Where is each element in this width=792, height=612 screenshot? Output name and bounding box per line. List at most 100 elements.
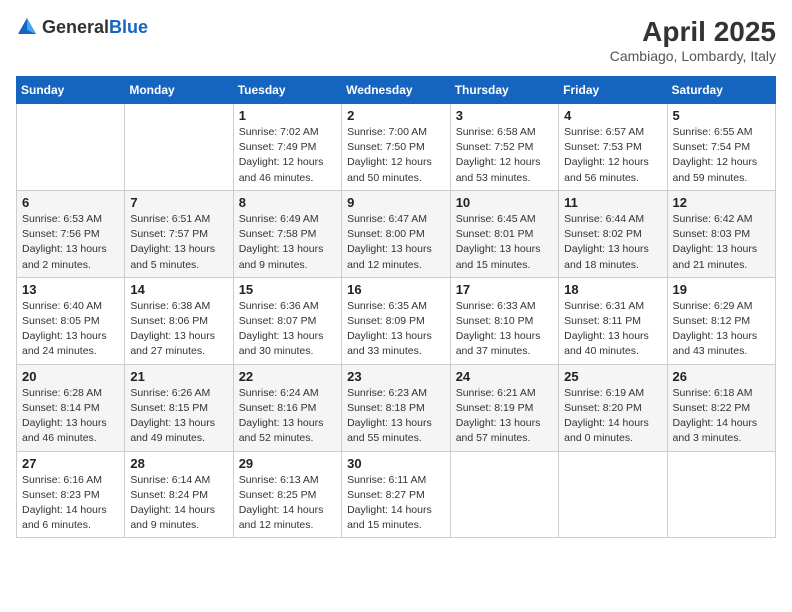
day-info: Sunrise: 6:14 AM Sunset: 8:24 PM Dayligh… [130, 473, 227, 534]
logo: GeneralBlue [16, 16, 148, 38]
day-number: 15 [239, 282, 336, 297]
subtitle: Cambiago, Lombardy, Italy [610, 48, 776, 64]
day-number: 16 [347, 282, 445, 297]
header-friday: Friday [559, 77, 667, 104]
calendar-cell: 17Sunrise: 6:33 AM Sunset: 8:10 PM Dayli… [450, 277, 558, 364]
calendar-cell: 18Sunrise: 6:31 AM Sunset: 8:11 PM Dayli… [559, 277, 667, 364]
day-number: 29 [239, 456, 336, 471]
calendar-cell: 6 Sunrise: 6:53 AM Sunset: 7:56 PM Daylig… [17, 190, 125, 277]
day-number: 9 [347, 195, 445, 210]
day-info: Sunrise: 6:36 AM Sunset: 8:07 PM Dayligh… [239, 299, 336, 360]
page-header: GeneralBlue April 2025 Cambiago, Lombard… [16, 16, 776, 64]
calendar-cell: 20 Sunrise: 6:28 AM Sunset: 8:14 PM Dayli… [17, 364, 125, 451]
day-info: Sunrise: 6:23 AM Sunset: 8:18 PM Dayligh… [347, 386, 445, 447]
header-wednesday: Wednesday [342, 77, 451, 104]
calendar-cell: 10 Sunrise: 6:45 AM Sunset: 8:01 PM Dayli… [450, 190, 558, 277]
day-number: 23 [347, 369, 445, 384]
calendar-cell: 24 Sunrise: 6:21 AM Sunset: 8:19 PM Dayli… [450, 364, 558, 451]
calendar-cell: 5 Sunrise: 6:55 AM Sunset: 7:54 PM Daylig… [667, 104, 775, 191]
calendar-header: Sunday Monday Tuesday Wednesday Thursday… [17, 77, 776, 104]
calendar-cell [17, 104, 125, 191]
calendar-cell: 1Sunrise: 7:02 AM Sunset: 7:49 PM Daylig… [233, 104, 341, 191]
calendar-cell: 15 Sunrise: 6:36 AM Sunset: 8:07 PM Dayli… [233, 277, 341, 364]
day-number: 25 [564, 369, 661, 384]
calendar-cell: 8 Sunrise: 6:49 AM Sunset: 7:58 PM Daylig… [233, 190, 341, 277]
logo-general: General [42, 17, 109, 37]
calendar-body: 1Sunrise: 7:02 AM Sunset: 7:49 PM Daylig… [17, 104, 776, 538]
calendar-cell: 21Sunrise: 6:26 AM Sunset: 8:15 PM Dayli… [125, 364, 233, 451]
day-info: Sunrise: 7:02 AM Sunset: 7:49 PM Dayligh… [239, 125, 336, 186]
day-info: Sunrise: 6:42 AM Sunset: 8:03 PM Dayligh… [673, 212, 770, 273]
day-info: Sunrise: 6:29 AM Sunset: 8:12 PM Dayligh… [673, 299, 770, 360]
calendar: Sunday Monday Tuesday Wednesday Thursday… [16, 76, 776, 538]
day-info: Sunrise: 6:44 AM Sunset: 8:02 PM Dayligh… [564, 212, 661, 273]
day-number: 3 [456, 108, 553, 123]
calendar-cell: 14 Sunrise: 6:38 AM Sunset: 8:06 PM Dayli… [125, 277, 233, 364]
day-info: Sunrise: 6:47 AM Sunset: 8:00 PM Dayligh… [347, 212, 445, 273]
day-number: 14 [130, 282, 227, 297]
calendar-cell: 13 Sunrise: 6:40 AM Sunset: 8:05 PM Dayli… [17, 277, 125, 364]
calendar-cell: 19 Sunrise: 6:29 AM Sunset: 8:12 PM Dayli… [667, 277, 775, 364]
day-info: Sunrise: 6:51 AM Sunset: 7:57 PM Dayligh… [130, 212, 227, 273]
day-info: Sunrise: 6:16 AM Sunset: 8:23 PM Dayligh… [22, 473, 119, 534]
calendar-cell: 11 Sunrise: 6:44 AM Sunset: 8:02 PM Dayli… [559, 190, 667, 277]
day-info: Sunrise: 6:57 AM Sunset: 7:53 PM Dayligh… [564, 125, 661, 186]
day-number: 4 [564, 108, 661, 123]
logo-icon [16, 16, 38, 38]
calendar-cell: 23 Sunrise: 6:23 AM Sunset: 8:18 PM Dayli… [342, 364, 451, 451]
header-sunday: Sunday [17, 77, 125, 104]
day-number: 22 [239, 369, 336, 384]
day-number: 6 [22, 195, 119, 210]
day-number: 20 [22, 369, 119, 384]
day-info: Sunrise: 6:38 AM Sunset: 8:06 PM Dayligh… [130, 299, 227, 360]
day-info: Sunrise: 6:28 AM Sunset: 8:14 PM Dayligh… [22, 386, 119, 447]
day-number: 10 [456, 195, 553, 210]
day-info: Sunrise: 6:13 AM Sunset: 8:25 PM Dayligh… [239, 473, 336, 534]
calendar-cell: 26Sunrise: 6:18 AM Sunset: 8:22 PM Dayli… [667, 364, 775, 451]
day-number: 24 [456, 369, 553, 384]
calendar-cell: 28Sunrise: 6:14 AM Sunset: 8:24 PM Dayli… [125, 451, 233, 538]
day-info: Sunrise: 6:58 AM Sunset: 7:52 PM Dayligh… [456, 125, 553, 186]
calendar-cell: 2Sunrise: 7:00 AM Sunset: 7:50 PM Daylig… [342, 104, 451, 191]
day-number: 5 [673, 108, 770, 123]
day-info: Sunrise: 6:45 AM Sunset: 8:01 PM Dayligh… [456, 212, 553, 273]
calendar-cell: 7 Sunrise: 6:51 AM Sunset: 7:57 PM Daylig… [125, 190, 233, 277]
day-info: Sunrise: 6:21 AM Sunset: 8:19 PM Dayligh… [456, 386, 553, 447]
week-row-1: 1Sunrise: 7:02 AM Sunset: 7:49 PM Daylig… [17, 104, 776, 191]
week-row-5: 27 Sunrise: 6:16 AM Sunset: 8:23 PM Dayli… [17, 451, 776, 538]
day-number: 27 [22, 456, 119, 471]
calendar-cell [450, 451, 558, 538]
calendar-cell: 12Sunrise: 6:42 AM Sunset: 8:03 PM Dayli… [667, 190, 775, 277]
day-number: 11 [564, 195, 661, 210]
logo-blue: Blue [109, 17, 148, 37]
day-info: Sunrise: 6:19 AM Sunset: 8:20 PM Dayligh… [564, 386, 661, 447]
day-number: 13 [22, 282, 119, 297]
day-number: 7 [130, 195, 227, 210]
day-info: Sunrise: 6:53 AM Sunset: 7:56 PM Dayligh… [22, 212, 119, 273]
day-info: Sunrise: 6:49 AM Sunset: 7:58 PM Dayligh… [239, 212, 336, 273]
calendar-cell: 22Sunrise: 6:24 AM Sunset: 8:16 PM Dayli… [233, 364, 341, 451]
calendar-cell: 16 Sunrise: 6:35 AM Sunset: 8:09 PM Dayli… [342, 277, 451, 364]
header-thursday: Thursday [450, 77, 558, 104]
day-info: Sunrise: 6:40 AM Sunset: 8:05 PM Dayligh… [22, 299, 119, 360]
calendar-cell: 27 Sunrise: 6:16 AM Sunset: 8:23 PM Dayli… [17, 451, 125, 538]
day-info: Sunrise: 6:11 AM Sunset: 8:27 PM Dayligh… [347, 473, 445, 534]
day-info: Sunrise: 6:33 AM Sunset: 8:10 PM Dayligh… [456, 299, 553, 360]
calendar-cell: 4 Sunrise: 6:57 AM Sunset: 7:53 PM Daylig… [559, 104, 667, 191]
day-number: 30 [347, 456, 445, 471]
day-info: Sunrise: 6:55 AM Sunset: 7:54 PM Dayligh… [673, 125, 770, 186]
calendar-cell: 30 Sunrise: 6:11 AM Sunset: 8:27 PM Dayli… [342, 451, 451, 538]
header-row: Sunday Monday Tuesday Wednesday Thursday… [17, 77, 776, 104]
week-row-3: 13 Sunrise: 6:40 AM Sunset: 8:05 PM Dayli… [17, 277, 776, 364]
day-info: Sunrise: 6:35 AM Sunset: 8:09 PM Dayligh… [347, 299, 445, 360]
calendar-cell [667, 451, 775, 538]
header-saturday: Saturday [667, 77, 775, 104]
main-title: April 2025 [610, 16, 776, 48]
calendar-cell [125, 104, 233, 191]
day-number: 26 [673, 369, 770, 384]
day-number: 8 [239, 195, 336, 210]
day-number: 19 [673, 282, 770, 297]
header-monday: Monday [125, 77, 233, 104]
week-row-4: 20 Sunrise: 6:28 AM Sunset: 8:14 PM Dayli… [17, 364, 776, 451]
calendar-cell: 25 Sunrise: 6:19 AM Sunset: 8:20 PM Dayli… [559, 364, 667, 451]
